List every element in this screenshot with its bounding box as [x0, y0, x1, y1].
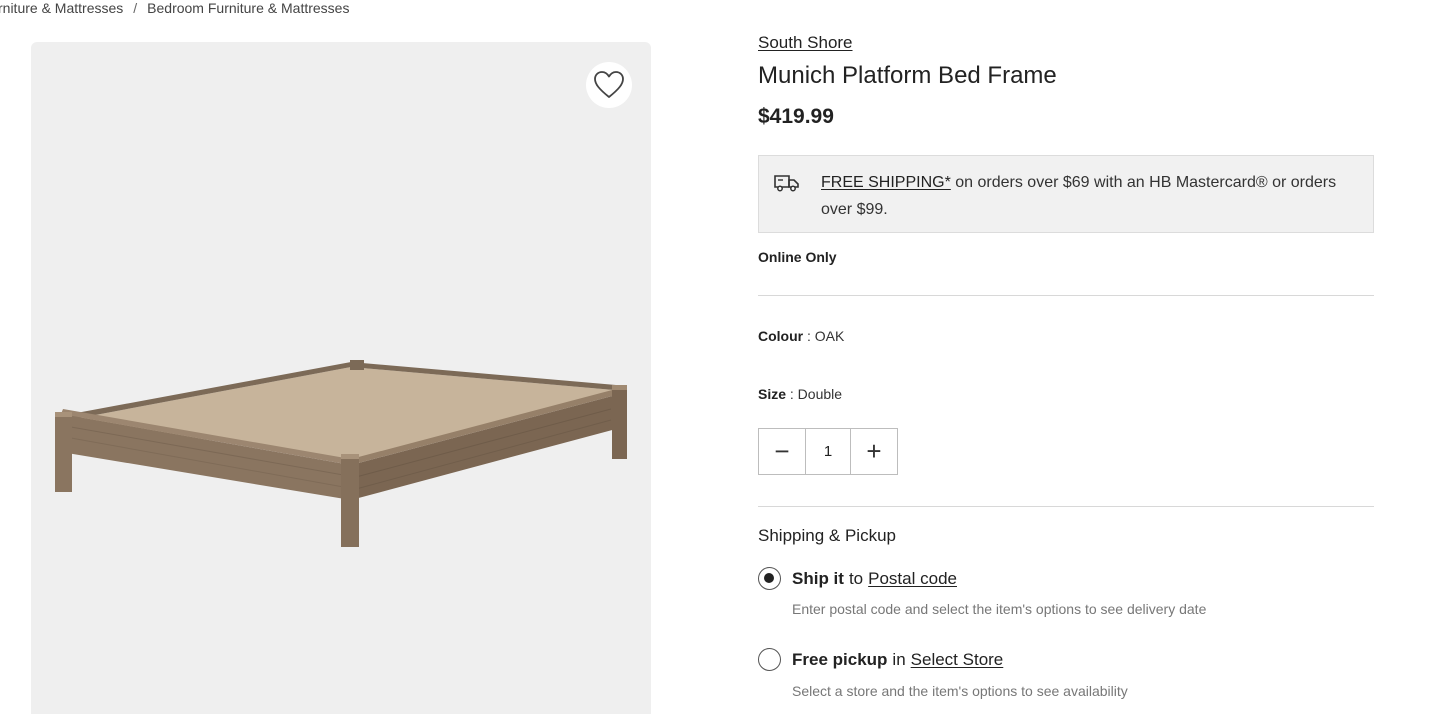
- truck-icon: [774, 175, 799, 192]
- quantity-increase-button[interactable]: +: [851, 429, 897, 474]
- breadcrumb-item-bedroom[interactable]: Bedroom Furniture & Mattresses: [147, 0, 349, 16]
- free-pickup-helper-text: Select a store and the item's options to…: [792, 683, 1128, 699]
- product-price: $419.99: [758, 105, 834, 128]
- shipping-pickup-heading: Shipping & Pickup: [758, 526, 896, 545]
- breadcrumb: rniture & Mattresses / Bedroom Furniture…: [0, 0, 349, 16]
- colour-option: Colour : OAK: [758, 328, 844, 344]
- product-title: Munich Platform Bed Frame: [758, 62, 1057, 89]
- online-only-badge: Online Only: [758, 249, 837, 265]
- select-store-link[interactable]: Select Store: [911, 650, 1004, 670]
- colour-label: Colour: [758, 328, 804, 344]
- ship-it-connector: to: [848, 568, 864, 588]
- quantity-stepper: − 1 +: [758, 428, 898, 475]
- breadcrumb-item-furniture[interactable]: rniture & Mattresses: [0, 0, 123, 16]
- ship-it-label: Ship it: [792, 568, 844, 588]
- free-shipping-banner: FREE SHIPPING* on orders over $69 with a…: [758, 155, 1374, 233]
- ship-it-option[interactable]: Ship it to Postal code: [758, 567, 957, 590]
- free-shipping-link[interactable]: FREE SHIPPING*: [821, 174, 951, 191]
- size-value: : Double: [789, 386, 843, 402]
- colour-value: : OAK: [807, 328, 845, 344]
- product-page: rniture & Mattresses / Bedroom Furniture…: [0, 0, 1440, 714]
- free-pickup-label: Free pickup: [792, 649, 888, 669]
- product-image-gallery: [31, 42, 651, 714]
- free-pickup-connector: in: [892, 649, 906, 669]
- free-pickup-radio[interactable]: [758, 648, 781, 671]
- bed-leg: [350, 360, 364, 370]
- wishlist-button[interactable]: [586, 62, 632, 108]
- breadcrumb-separator: /: [133, 0, 138, 16]
- product-image: [55, 360, 627, 547]
- divider: [758, 295, 1374, 296]
- bed-leg: [612, 385, 627, 459]
- brand-link[interactable]: South Shore: [758, 33, 853, 53]
- quantity-value[interactable]: 1: [805, 429, 851, 474]
- ship-it-helper-text: Enter postal code and select the item's …: [792, 601, 1207, 617]
- bed-leg: [55, 412, 72, 492]
- postal-code-link[interactable]: Postal code: [868, 569, 957, 589]
- size-option: Size : Double: [758, 386, 842, 402]
- divider: [758, 506, 1374, 507]
- bed-leg: [341, 454, 359, 547]
- quantity-decrease-button[interactable]: −: [759, 429, 805, 474]
- ship-it-radio[interactable]: [758, 567, 781, 590]
- free-pickup-option[interactable]: Free pickup in Select Store: [758, 648, 1003, 671]
- heart-outline-icon: [594, 71, 624, 98]
- size-label: Size: [758, 386, 787, 402]
